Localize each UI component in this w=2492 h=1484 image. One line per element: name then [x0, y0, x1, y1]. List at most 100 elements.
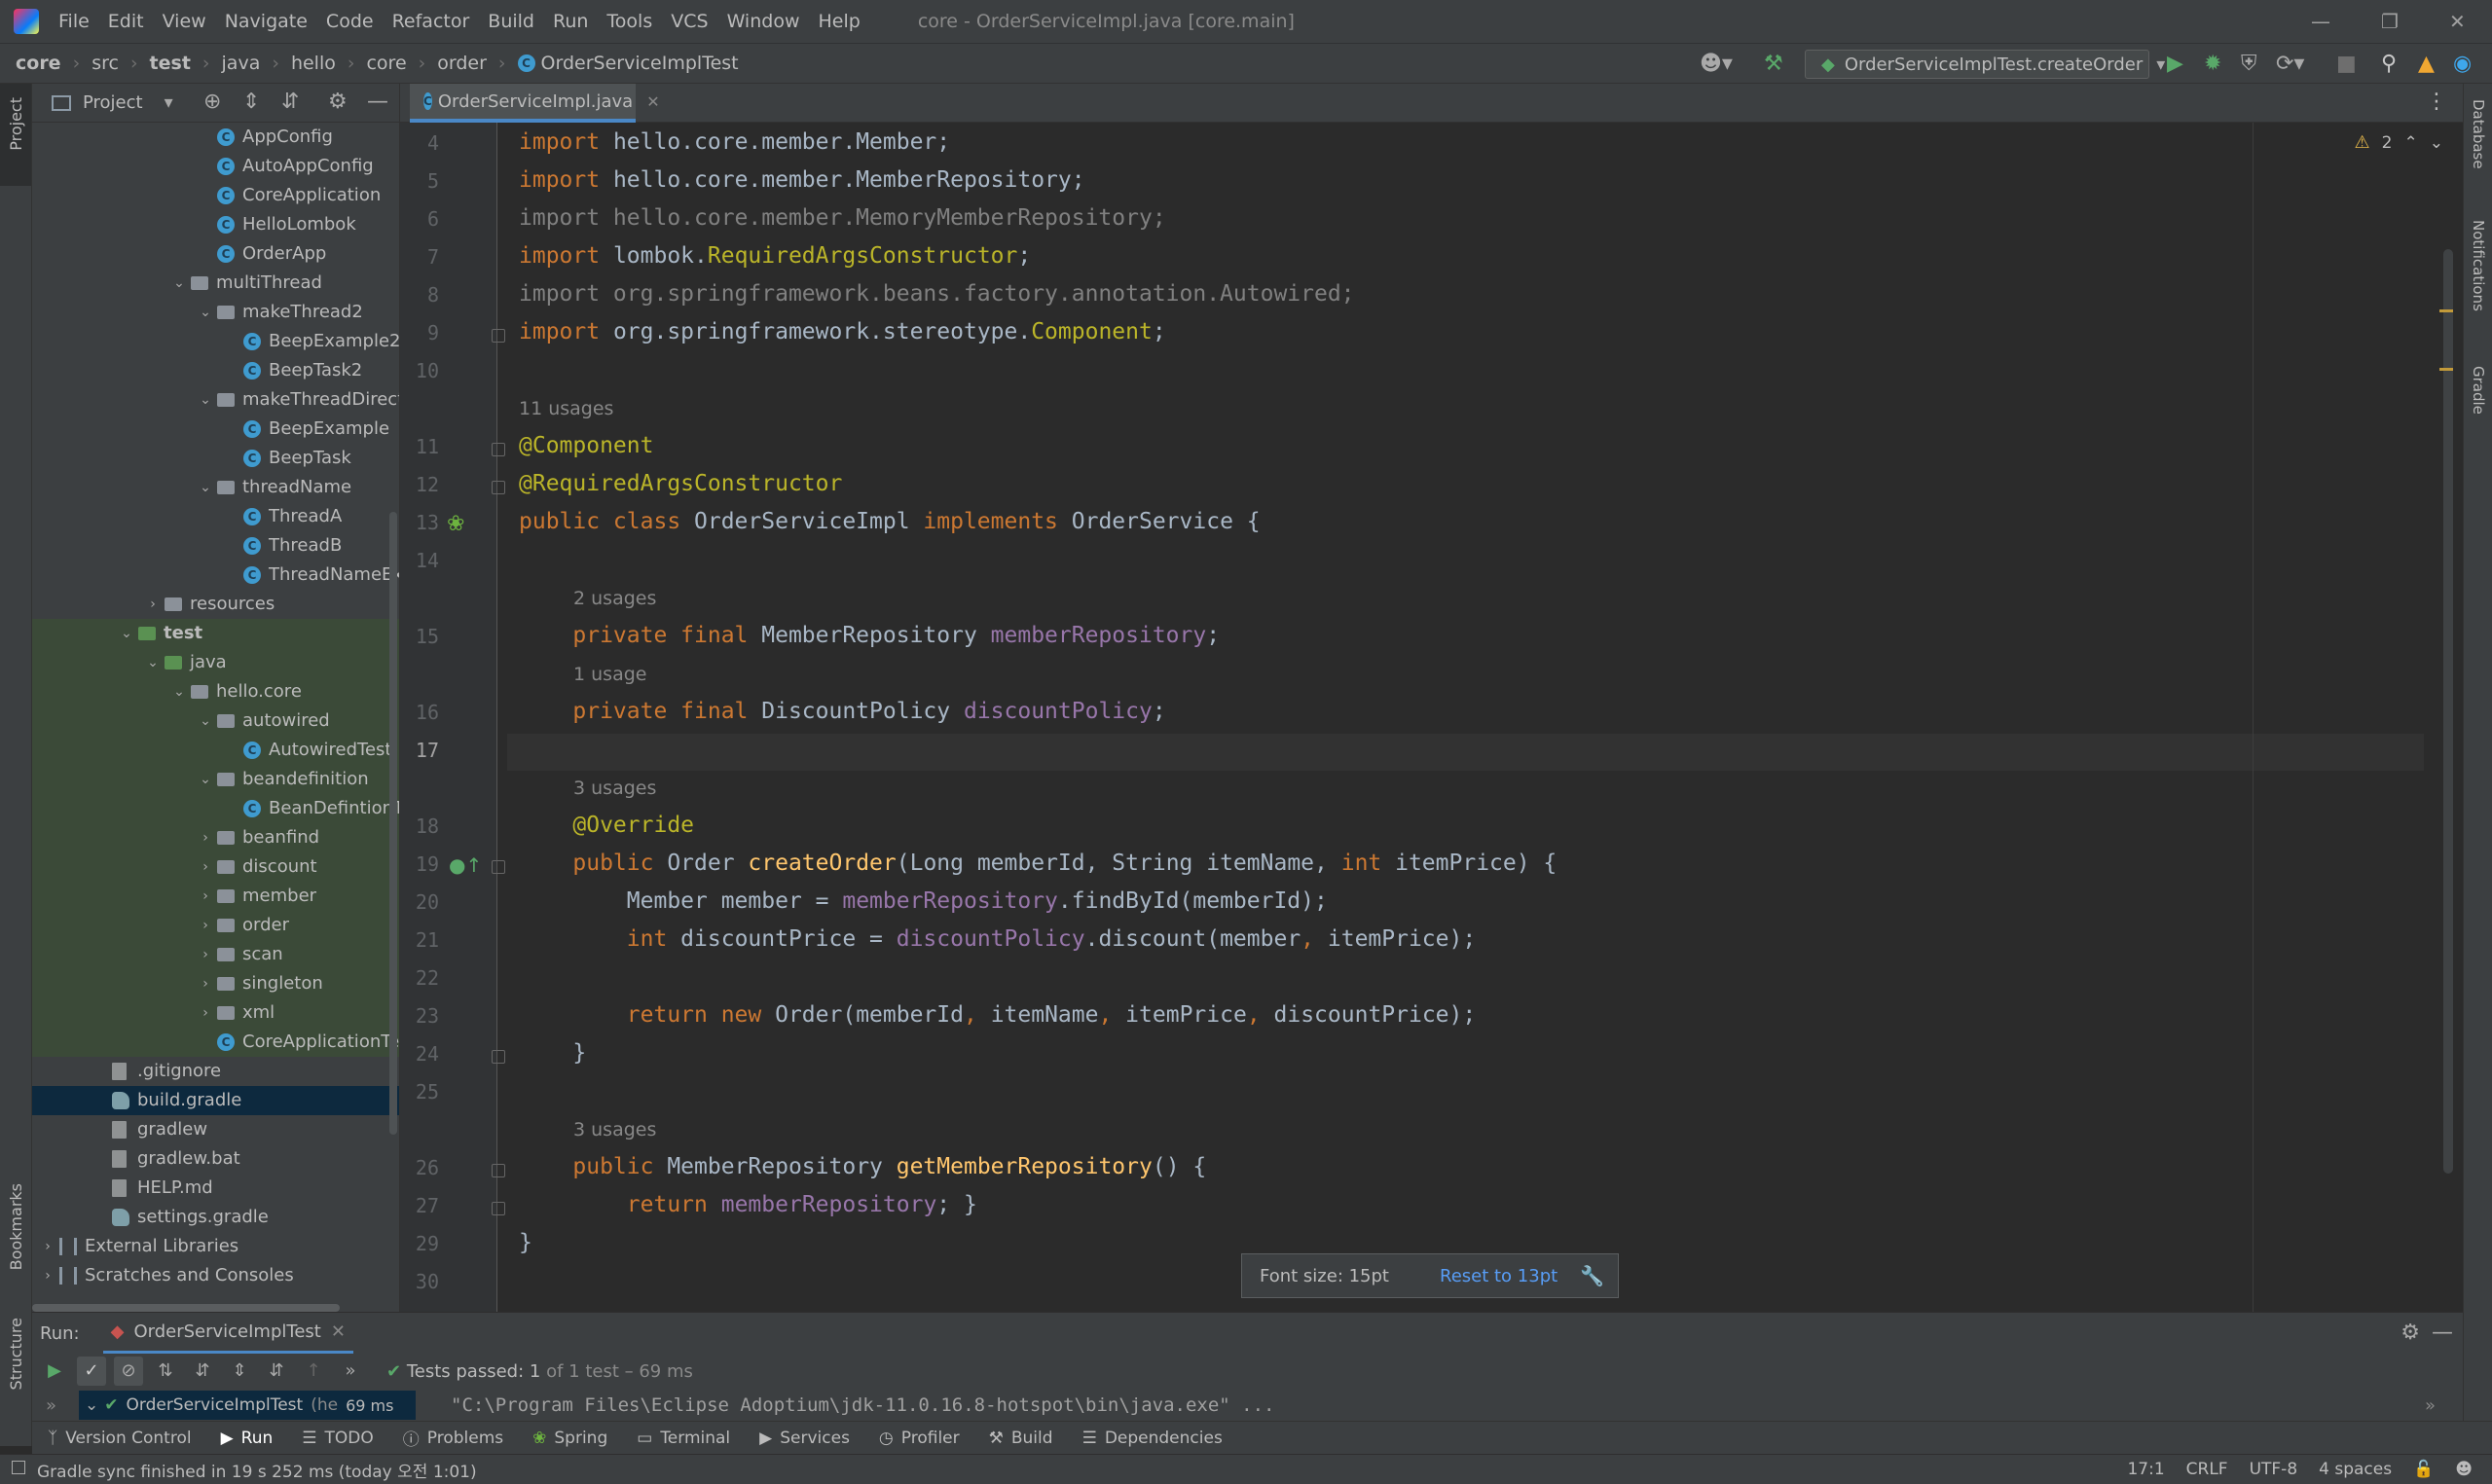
tree-item[interactable]: › singleton — [32, 969, 399, 998]
line-number[interactable]: 26 — [400, 1156, 439, 1179]
line-number[interactable]: 5 — [400, 169, 439, 193]
line-number[interactable]: 22 — [400, 966, 439, 990]
code-line[interactable]: return new Order(memberId, itemName, ite… — [519, 1002, 1476, 1028]
line-number[interactable]: 21 — [400, 928, 439, 952]
tool-dependencies[interactable]: ☰ Dependencies — [1082, 1429, 1223, 1448]
jetbrains-toolbox-icon[interactable]: ◉ — [2453, 52, 2472, 76]
warning-stripe[interactable] — [2439, 309, 2453, 312]
line-number[interactable]: 12 — [400, 473, 439, 496]
chevron-down-icon[interactable]: ⌄ — [198, 298, 213, 327]
locate-icon[interactable]: ⊕ — [203, 90, 221, 114]
chevron-down-icon[interactable]: ⌄ — [85, 1395, 98, 1415]
code-line[interactable]: import org.springframework.beans.factory… — [519, 281, 1355, 307]
menu-window[interactable]: Window — [727, 11, 800, 32]
fold-marker-icon[interactable] — [492, 1164, 505, 1177]
code-line[interactable]: @Component — [519, 433, 653, 458]
tool-spring[interactable]: ❀ Spring — [532, 1429, 607, 1448]
restore-icon[interactable]: ❐ — [2381, 10, 2399, 33]
chevron-down-icon[interactable]: ⌄ — [198, 473, 213, 502]
chevron-down-icon[interactable]: ⌄ — [145, 648, 161, 677]
profile-icon[interactable]: ⟳▾ — [2276, 52, 2304, 76]
gear-icon[interactable]: ⚙ — [328, 90, 348, 114]
line-number[interactable]: 20 — [400, 890, 439, 914]
breadcrumb-java[interactable]: java — [222, 53, 261, 74]
line-number[interactable]: 23 — [400, 1004, 439, 1028]
notifications-tool-tab[interactable]: Notifications — [2470, 220, 2487, 311]
tree-item[interactable]: C HelloLombok — [32, 210, 399, 239]
tree-item[interactable]: ⌄ hello.core — [32, 677, 399, 706]
chevron-right-icon[interactable]: › — [198, 940, 213, 969]
tool-version-control[interactable]: ᛉ Version Control — [48, 1429, 192, 1448]
code-line[interactable]: import lombok.RequiredArgsConstructor; — [519, 243, 1031, 269]
tree-item[interactable]: C BeepExample — [32, 415, 399, 444]
usages-hint[interactable]: 1 usage — [573, 664, 646, 685]
code-line[interactable]: public Order createOrder(Long memberId, … — [519, 851, 1557, 876]
debug-icon[interactable]: ✹ — [2204, 52, 2221, 76]
line-number[interactable]: 6 — [400, 207, 439, 231]
tree-item[interactable]: gradlew.bat — [32, 1144, 399, 1174]
menu-build[interactable]: Build — [488, 11, 534, 32]
tree-item[interactable]: › beanfind — [32, 823, 399, 852]
structure-tool-tab[interactable]: Structure — [7, 1318, 25, 1390]
chevron-right-icon[interactable]: › — [198, 911, 213, 940]
code-line[interactable]: public MemberRepository getMemberReposit… — [519, 1154, 1206, 1179]
tree-item[interactable]: ⌄ autowired — [32, 706, 399, 736]
run-tab-orderserviceimpltest[interactable]: ◆ OrderServiceImplTest ✕ — [102, 1313, 353, 1354]
collapse-all-icon[interactable]: ⇵ — [281, 90, 299, 114]
tree-item[interactable]: C AutoAppConfig — [32, 152, 399, 181]
implements-method-icon[interactable]: ●↑ — [449, 853, 482, 877]
tree-item[interactable]: build.gradle — [32, 1086, 399, 1115]
expand-all-icon[interactable]: ⇕ — [242, 90, 260, 114]
menu-navigate[interactable]: Navigate — [225, 11, 308, 32]
file-encoding[interactable]: UTF-8 — [2250, 1460, 2298, 1479]
minimize-icon[interactable]: — — [2311, 10, 2330, 33]
reset-font-link[interactable]: Reset to 13pt — [1440, 1266, 1558, 1286]
line-number[interactable]: 17 — [400, 739, 439, 762]
user-icon[interactable]: ☻▾ — [1700, 52, 1733, 76]
tree-item[interactable]: C ThreadNameExam — [32, 561, 399, 590]
line-number[interactable]: 18 — [400, 814, 439, 838]
console-output[interactable]: "C:\Program Files\Eclipse Adoptium\jdk-1… — [451, 1394, 1274, 1416]
tree-item[interactable]: C BeepExample2 — [32, 327, 399, 356]
tree-item[interactable]: C CoreApplicationTests — [32, 1028, 399, 1057]
test-tree-item[interactable]: ⌄ ✔ OrderServiceImplTest (he 69 ms — [79, 1391, 416, 1420]
code-line[interactable]: } — [519, 1040, 586, 1066]
more-icon[interactable]: » — [2425, 1395, 2436, 1416]
tree-item[interactable]: ⌄ threadName — [32, 473, 399, 502]
bookmarks-tool-tab[interactable]: Bookmarks — [7, 1183, 25, 1270]
chevron-up-icon[interactable]: ⌃ — [2404, 133, 2418, 153]
code-line[interactable]: import hello.core.member.MemberRepositor… — [519, 167, 1085, 193]
breadcrumb-core-pkg[interactable]: core — [366, 53, 406, 74]
breadcrumb-test[interactable]: test — [150, 53, 191, 74]
lock-icon[interactable]: 🔓 — [2413, 1460, 2434, 1479]
hide-panel-icon[interactable]: — — [367, 90, 388, 114]
line-number[interactable]: 13 — [400, 511, 439, 534]
code-line[interactable]: @RequiredArgsConstructor — [519, 471, 842, 496]
code-line[interactable]: int discountPrice = discountPolicy.disco… — [519, 926, 1476, 952]
tree-item[interactable]: HELP.md — [32, 1174, 399, 1203]
tree-item[interactable]: C BeepTask — [32, 444, 399, 473]
code-line[interactable]: private final DiscountPolicy discountPol… — [519, 699, 1165, 724]
line-number[interactable]: 7 — [400, 245, 439, 269]
close-window-icon[interactable]: ✕ — [2449, 10, 2466, 33]
coverage-icon[interactable]: ⛨ — [2241, 52, 2257, 76]
editor-scrollbar[interactable] — [2443, 249, 2453, 1174]
prev-failed-icon[interactable]: ↑ — [299, 1357, 328, 1386]
chevron-right-icon[interactable]: › — [198, 852, 213, 882]
toggle-tool-windows-icon[interactable] — [12, 1461, 25, 1474]
tree-item[interactable]: ⌄ beandefinition — [32, 765, 399, 794]
chevron-right-icon[interactable]: › — [198, 998, 213, 1028]
breadcrumb-order[interactable]: order — [437, 53, 487, 74]
tool-todo[interactable]: ☰ TODO — [302, 1429, 374, 1448]
breadcrumb-core[interactable]: core — [16, 53, 61, 74]
chevron-right-icon[interactable]: › — [40, 1261, 55, 1285]
database-tool-tab[interactable]: Database — [2470, 99, 2487, 169]
tree-item[interactable]: › resources — [32, 590, 399, 619]
show-passed-icon[interactable]: ✓ — [77, 1357, 106, 1386]
chevron-down-icon[interactable]: ⌄ — [2430, 133, 2443, 153]
warning-stripe[interactable] — [2439, 368, 2453, 371]
tree-item[interactable]: › member — [32, 882, 399, 911]
chevron-down-icon[interactable]: ▾ — [165, 92, 173, 113]
close-tab-icon[interactable]: ✕ — [331, 1321, 346, 1342]
menu-edit[interactable]: Edit — [108, 11, 144, 32]
